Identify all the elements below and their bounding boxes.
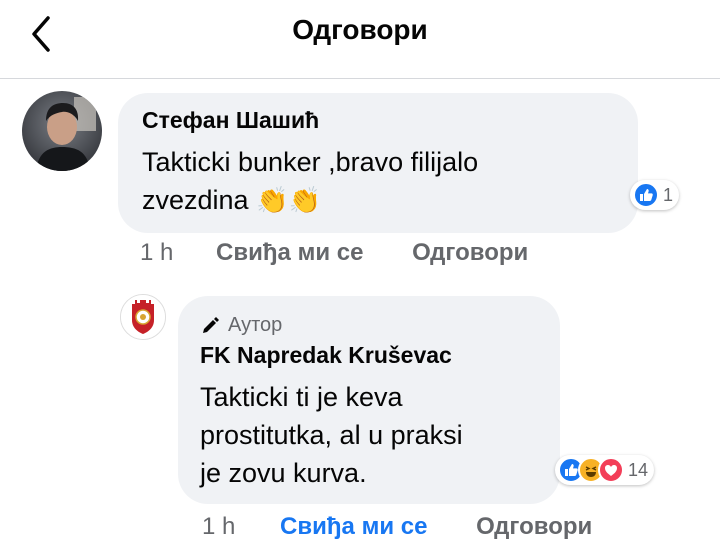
comment-text-line: zvezdina 👏👏 [142,181,622,219]
reply-like-button[interactable]: Свиђа ми се [280,513,427,541]
comment-author-name[interactable]: Стефан Шашић [142,107,319,134]
reply-text-line: Takticki ti je keva [200,382,403,412]
like-icon [633,182,659,208]
comment-like-button[interactable]: Свиђа ми се [216,239,363,267]
comment-text-line: Takticki bunker ,bravo filijalo [142,147,479,177]
page-title: Одговори [292,14,428,45]
reply-actions: 1 h Свиђа ми се Одговори [202,513,592,541]
comment-reply-button[interactable]: Одговори [412,239,528,267]
reply-text: Takticki ti je keva prostitutka, al u pr… [200,378,540,492]
reply-reactions[interactable]: 14 [555,455,655,485]
top-bar: Одговори [0,0,720,79]
pencil-icon [203,316,219,333]
love-icon [598,457,624,483]
comment-text-word: zvezdina [142,185,249,215]
comment-reaction-count: 1 [663,184,674,205]
reply-reply-button[interactable]: Одговори [476,513,592,541]
reply-timestamp[interactable]: 1 h [202,513,235,541]
reply-reaction-count: 14 [628,459,649,480]
reply-author-name[interactable]: FK Napredak Kruševac [200,342,452,369]
clapping-hands-emoji: 👏👏 [256,185,321,215]
author-badge-label: Аутор [228,314,283,336]
reply-text-line: je zovu kurva. [200,458,367,488]
club-crest-logo [121,295,165,339]
comment-bubble: Стефан Шашић Takticki bunker ,bravo fili… [118,93,638,233]
author-badge: Аутор [200,314,282,337]
reply-bubble: Аутор FK Napredak Kruševac Takticki ti j… [178,296,560,504]
reply-text-line: prostitutka, al u praksi [200,420,463,450]
comment-timestamp[interactable]: 1 h [140,239,173,267]
profile-photo-image [22,91,102,171]
commenter-avatar[interactable] [22,91,102,171]
comment-reactions[interactable]: 1 [630,180,680,210]
comment-actions: 1 h Свиђа ми се Одговори [140,239,528,267]
comment-text: Takticki bunker ,bravo filijalo zvezdina… [142,143,622,219]
club-avatar[interactable] [120,294,166,340]
